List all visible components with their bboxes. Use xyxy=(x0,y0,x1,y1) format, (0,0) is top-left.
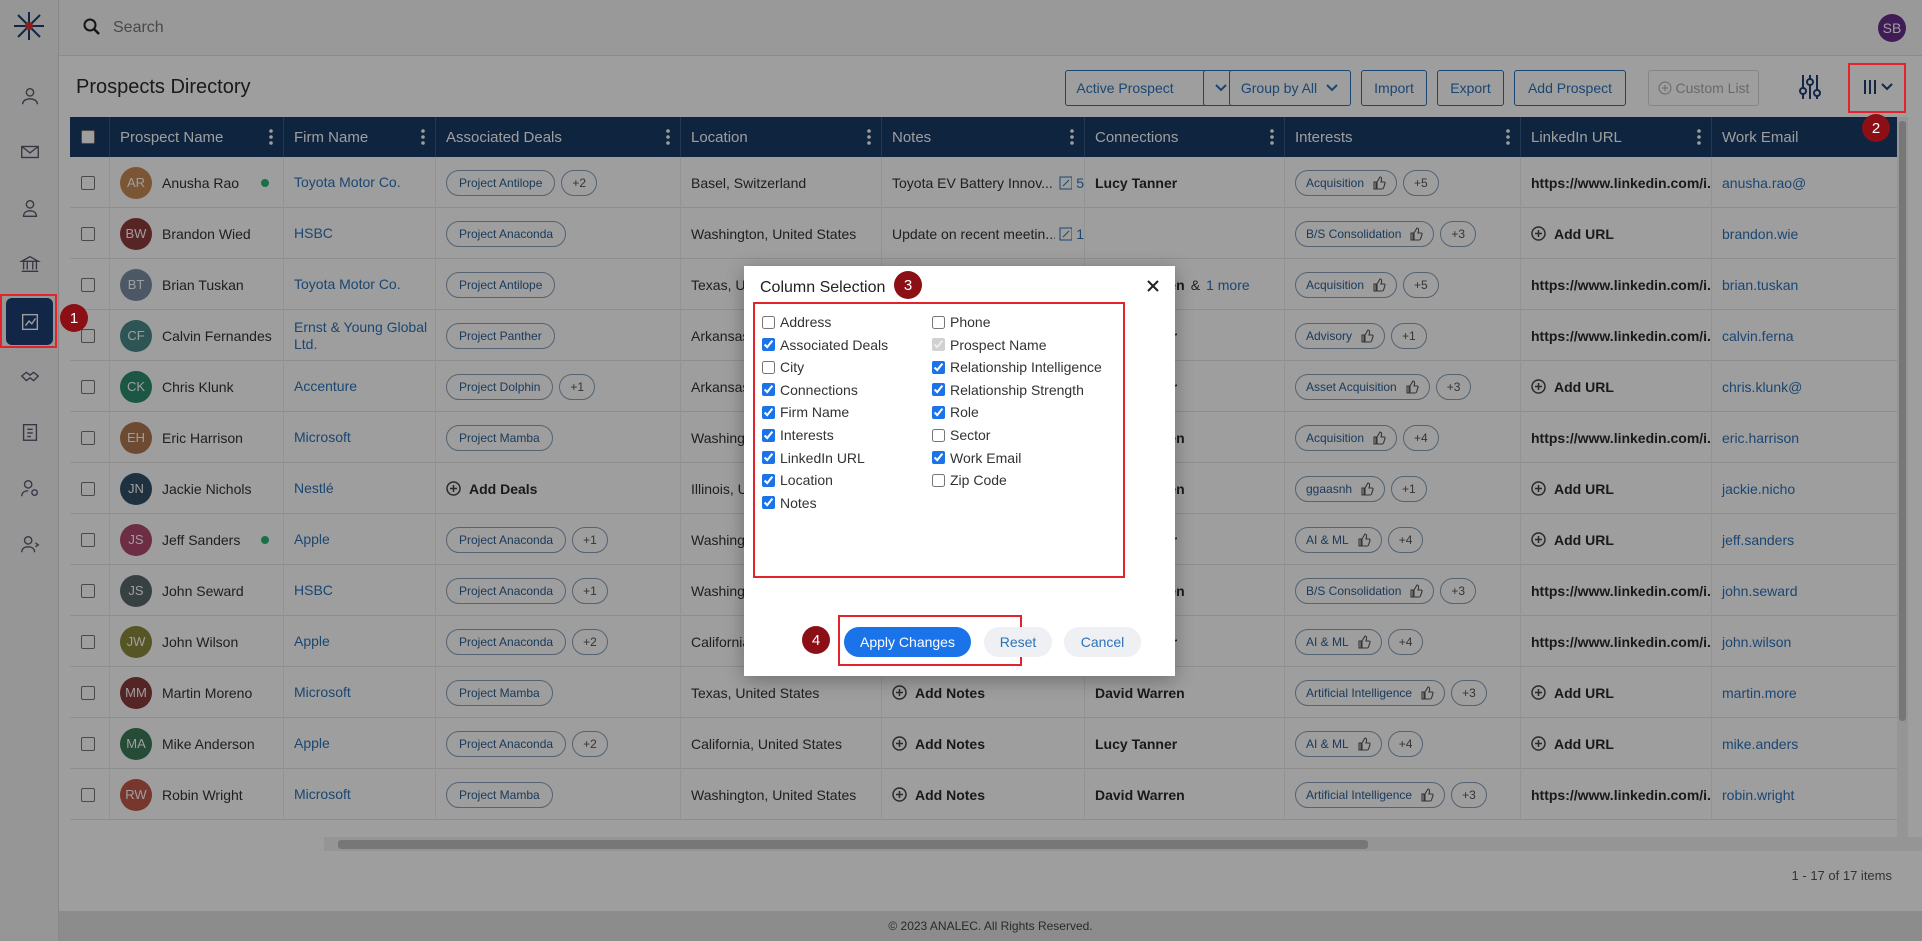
column-option[interactable]: Role xyxy=(932,404,979,420)
column-option[interactable]: Interests xyxy=(762,427,834,443)
column-option[interactable]: Relationship Strength xyxy=(932,382,1084,398)
column-option-label: Firm Name xyxy=(780,404,850,421)
column-option-checkbox[interactable] xyxy=(762,315,775,329)
column-option[interactable]: Work Email xyxy=(932,450,1021,466)
column-option[interactable]: Connections xyxy=(762,382,858,398)
column-option-label: Notes xyxy=(780,494,817,511)
column-option-label: Connections xyxy=(780,381,858,398)
column-option-label: Relationship Intelligence xyxy=(950,359,1102,376)
column-option[interactable]: Relationship Intelligence xyxy=(932,359,1102,375)
step-3-badge: 3 xyxy=(894,271,922,299)
column-option[interactable]: Address xyxy=(762,314,831,330)
column-option-label: Location xyxy=(780,472,833,489)
column-option-checkbox[interactable] xyxy=(762,360,775,374)
column-option-checkbox[interactable] xyxy=(762,383,775,397)
cancel-button[interactable]: Cancel xyxy=(1064,627,1141,657)
column-option[interactable]: Sector xyxy=(932,427,990,443)
column-option-checkbox[interactable] xyxy=(762,473,775,487)
column-option-checkbox[interactable] xyxy=(932,405,945,419)
column-option[interactable]: LinkedIn URL xyxy=(762,450,865,466)
column-option[interactable]: Notes xyxy=(762,495,817,511)
column-option-label: LinkedIn URL xyxy=(780,449,865,466)
column-option-checkbox[interactable] xyxy=(932,428,945,442)
column-option-checkbox[interactable] xyxy=(932,451,945,465)
column-option[interactable]: Prospect Name xyxy=(932,337,1046,353)
step-2-highlight xyxy=(1848,63,1906,113)
column-option-label: Address xyxy=(780,314,832,330)
column-selection-dialog: Column Selection 3 Address Associated Dea… xyxy=(744,266,1175,676)
column-option[interactable]: City xyxy=(762,359,804,375)
column-option-checkbox[interactable] xyxy=(932,360,945,374)
column-option-label: City xyxy=(780,359,805,376)
column-option-checkbox[interactable] xyxy=(762,338,775,352)
column-option-checkbox[interactable] xyxy=(932,383,945,397)
column-option-checkbox[interactable] xyxy=(762,428,775,442)
column-option-label: Role xyxy=(950,404,979,421)
column-option-label: Interests xyxy=(780,427,834,443)
column-option-checkbox[interactable] xyxy=(932,315,945,329)
column-option-checkbox[interactable] xyxy=(762,405,775,419)
reset-button[interactable]: Reset xyxy=(984,627,1052,657)
close-icon[interactable] xyxy=(1145,278,1161,294)
column-option-label: Phone xyxy=(950,314,991,330)
column-option-label: Prospect Name xyxy=(950,336,1047,353)
step-1-badge: 1 xyxy=(60,304,88,332)
column-option[interactable]: Firm Name xyxy=(762,404,849,420)
column-option[interactable]: Phone xyxy=(932,314,990,330)
dialog-title: Column Selection xyxy=(760,279,886,296)
column-option-label: Associated Deals xyxy=(780,336,889,353)
column-option-label: Work Email xyxy=(950,449,1022,466)
column-option[interactable]: Associated Deals xyxy=(762,337,888,353)
step-4-badge: 4 xyxy=(802,626,830,654)
column-option-checkbox[interactable] xyxy=(932,338,945,352)
step-1-highlight xyxy=(0,294,57,348)
column-option[interactable]: Location xyxy=(762,472,833,488)
column-option-checkbox[interactable] xyxy=(762,496,775,510)
apply-changes-button[interactable]: Apply Changes xyxy=(844,627,971,657)
column-option-label: Relationship Strength xyxy=(950,381,1084,398)
step-2-badge: 2 xyxy=(1862,114,1890,142)
column-option-label: Sector xyxy=(950,427,991,443)
column-option-label: Zip Code xyxy=(950,472,1007,489)
column-option[interactable]: Zip Code xyxy=(932,472,1007,488)
column-option-checkbox[interactable] xyxy=(932,473,945,487)
column-option-checkbox[interactable] xyxy=(762,451,775,465)
